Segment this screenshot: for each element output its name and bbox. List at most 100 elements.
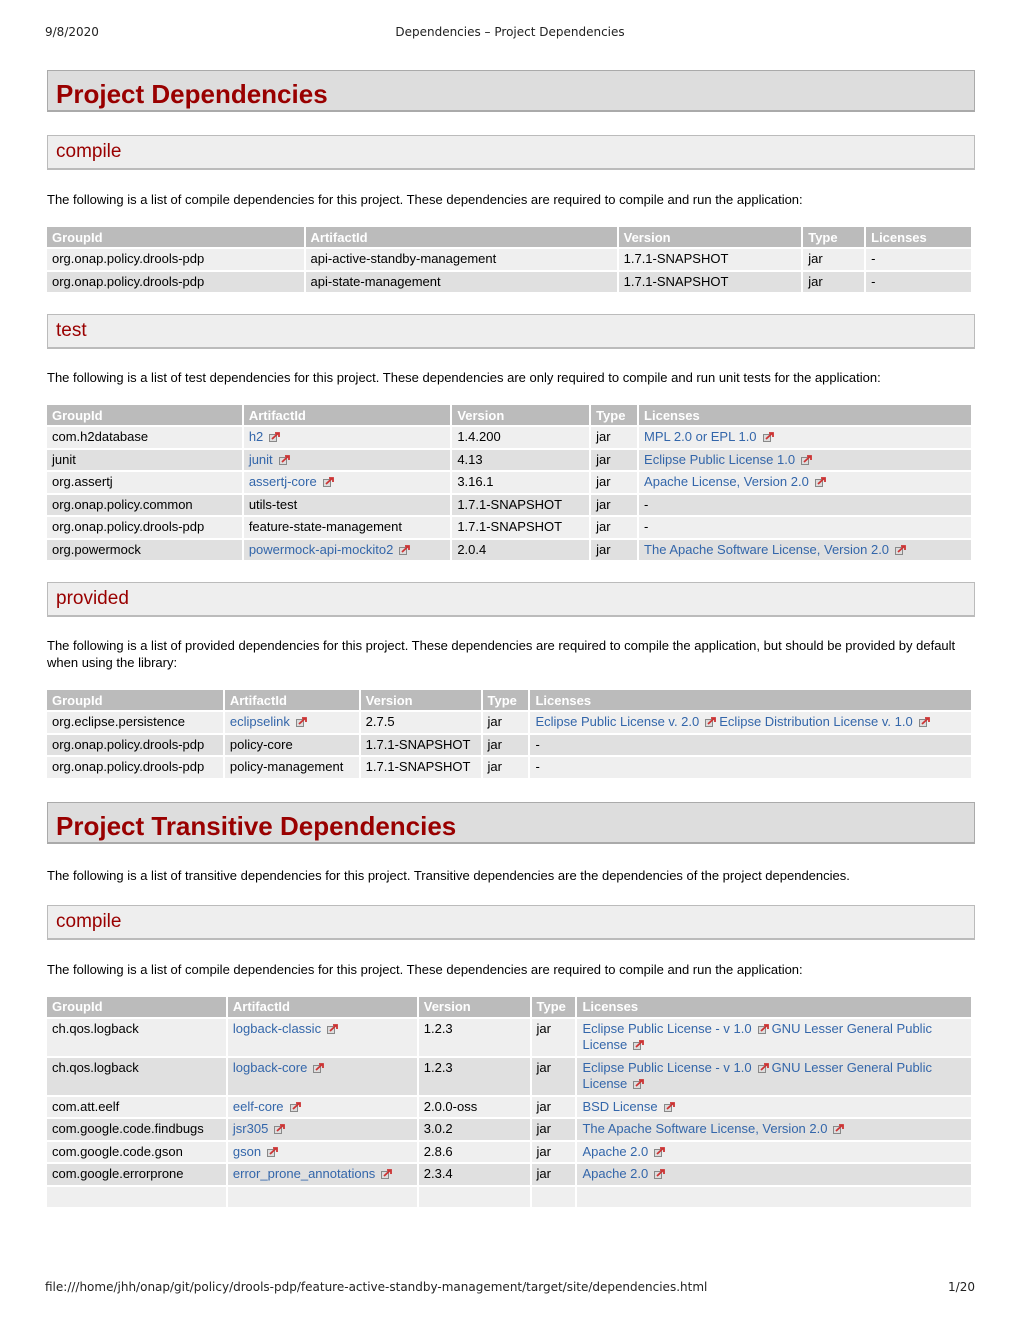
group-id-cell: org.onap.policy.drools-pdp [47, 249, 304, 270]
column-header-licenses[interactable]: Licenses [866, 227, 971, 247]
column-header-version[interactable]: Version [418, 996, 530, 1017]
column-header-licenses[interactable]: Licenses [577, 996, 971, 1017]
artifact-link-text[interactable]: h2 [249, 429, 263, 444]
artifact-id-cell[interactable]: logback-core [227, 1057, 417, 1095]
licenses-cell[interactable]: MPL 2.0 or EPL 1.0 [639, 427, 971, 448]
artifact-link[interactable]: error_prone_annotations [233, 1166, 395, 1181]
license-link[interactable]: MPL 2.0 or EPL 1.0 [644, 429, 777, 444]
artifact-id-cell[interactable]: jsr305 [227, 1119, 417, 1140]
column-header-artifactid[interactable]: ArtifactId [224, 690, 359, 710]
artifact-link-text[interactable]: powermock-api-mockito2 [249, 542, 394, 557]
license-link[interactable]: The Apache Software License, Version 2.0 [644, 542, 909, 557]
artifact-link[interactable]: junit [249, 452, 293, 467]
artifact-id-cell[interactable]: gson [227, 1141, 417, 1162]
licenses-cell[interactable]: Eclipse Public License - v 1.0 GNU Lesser… [577, 1018, 971, 1056]
license-link[interactable]: The Apache Software License, Version 2.0 [582, 1121, 847, 1136]
artifact-link[interactable]: logback-core [233, 1060, 327, 1075]
license-link[interactable]: BSD License [582, 1099, 677, 1114]
column-header-groupid[interactable]: GroupId [47, 996, 226, 1017]
column-header-licenses[interactable]: Licenses [639, 405, 971, 425]
license-link-text[interactable]: Eclipse Public License 1.0 [644, 452, 795, 467]
artifact-id-cell[interactable]: error_prone_annotations [227, 1164, 417, 1185]
artifact-id-cell[interactable]: logback-classic [227, 1018, 417, 1056]
license-link[interactable]: Eclipse Public License 1.0 [644, 452, 815, 467]
license-link-text[interactable]: Apache 2.0 [582, 1166, 648, 1181]
column-header-artifactid[interactable]: ArtifactId [305, 227, 617, 247]
licenses-cell[interactable]: Apache License, Version 2.0 [639, 472, 971, 493]
column-header-licenses[interactable]: Licenses [530, 690, 971, 710]
license-link-text[interactable]: Eclipse Public License v. 2.0 [535, 714, 699, 729]
license-link-text[interactable]: BSD License [582, 1099, 657, 1114]
artifact-link-text[interactable]: logback-classic [233, 1021, 321, 1036]
type-cell: jar [591, 472, 638, 493]
artifact-link-text[interactable]: assertj-core [249, 474, 317, 489]
column-header-type[interactable]: Type [591, 405, 638, 425]
project-dependencies-heading: Project Dependencies [47, 70, 975, 112]
column-header-type[interactable]: Type [531, 996, 576, 1017]
license-link-text[interactable]: Apache 2.0 [582, 1144, 648, 1159]
column-header-version[interactable]: Version [360, 690, 481, 710]
artifact-id-cell[interactable]: h2 [243, 427, 451, 448]
artifact-link-text[interactable]: jsr305 [233, 1121, 268, 1136]
license-link[interactable]: Apache 2.0 [582, 1144, 668, 1159]
license-link-text[interactable]: The Apache Software License, Version 2.0 [644, 542, 889, 557]
artifact-id-cell[interactable]: junit [243, 449, 451, 470]
license-link[interactable]: Apache 2.0 [582, 1166, 668, 1181]
artifact-link[interactable]: jsr305 [233, 1121, 288, 1136]
table-row: junit junit 4.13 jar Eclipse Public License … [47, 449, 971, 470]
license-link[interactable]: Apache License, Version 2.0 [644, 474, 829, 489]
license-link[interactable]: Eclipse Public License - v 1.0 [582, 1060, 771, 1075]
artifact-id-cell[interactable]: eclipselink [224, 712, 359, 733]
column-header-groupid[interactable]: GroupId [47, 227, 304, 247]
licenses-cell[interactable]: The Apache Software License, Version 2.0 [577, 1119, 971, 1140]
external-link-icon [399, 544, 411, 555]
artifact-link-text[interactable]: gson [233, 1144, 261, 1159]
column-header-artifactid[interactable]: ArtifactId [243, 405, 451, 425]
version-cell: 3.0.2 [418, 1119, 530, 1140]
license-link[interactable]: Eclipse Public License - v 1.0 [582, 1021, 771, 1036]
group-id-cell: ch.qos.logback [47, 1057, 226, 1095]
artifact-link-text[interactable]: junit [249, 452, 273, 467]
license-link-text[interactable]: MPL 2.0 or EPL 1.0 [644, 429, 757, 444]
licenses-cell[interactable]: Apache 2.0 [577, 1141, 971, 1162]
artifact-id-cell[interactable]: powermock-api-mockito2 [243, 539, 451, 560]
license-link-text[interactable]: Eclipse Public License - v 1.0 [582, 1060, 751, 1075]
column-header-type[interactable]: Type [482, 690, 529, 710]
artifact-link-text[interactable]: eelf-core [233, 1099, 284, 1114]
external-link-icon [633, 1040, 645, 1050]
artifact-id-cell[interactable]: assertj-core [243, 472, 451, 493]
column-header-version[interactable]: Version [452, 405, 590, 425]
licenses-cell[interactable]: Apache 2.0 [577, 1164, 971, 1185]
license-link[interactable]: Eclipse Public License v. 2.0 [535, 714, 719, 729]
artifact-link[interactable]: eelf-core [233, 1099, 304, 1114]
table-row: org.onap.policy.drools-pdp policy-core 1.7… [47, 734, 971, 755]
type-cell: jar [531, 1141, 576, 1162]
artifact-link[interactable]: powermock-api-mockito2 [249, 542, 414, 557]
license-link-text[interactable]: The Apache Software License, Version 2.0 [582, 1121, 827, 1136]
license-link-text[interactable]: Eclipse Public License - v 1.0 [582, 1021, 751, 1036]
artifact-link-text[interactable]: error_prone_annotations [233, 1166, 375, 1181]
artifact-link-text[interactable]: eclipselink [230, 714, 290, 729]
license-link-text[interactable]: Eclipse Distribution License v. 1.0 [719, 714, 912, 729]
artifact-link[interactable]: gson [233, 1144, 281, 1159]
column-header-groupid[interactable]: GroupId [47, 690, 223, 710]
licenses-cell[interactable]: Eclipse Public License - v 1.0 GNU Lesser… [577, 1057, 971, 1095]
artifact-link[interactable]: eclipselink [230, 714, 310, 729]
licenses-cell[interactable]: Eclipse Public License 1.0 [639, 449, 971, 470]
licenses-cell[interactable]: BSD License [577, 1096, 971, 1117]
version-cell [418, 1186, 530, 1207]
artifact-link-text[interactable]: logback-core [233, 1060, 307, 1075]
column-header-type[interactable]: Type [803, 227, 865, 247]
artifact-link[interactable]: logback-classic [233, 1021, 341, 1036]
license-link-text[interactable]: Apache License, Version 2.0 [644, 474, 809, 489]
artifact-id-cell[interactable]: eelf-core [227, 1096, 417, 1117]
external-link-icon [757, 1062, 769, 1073]
artifact-link[interactable]: assertj-core [249, 474, 337, 489]
column-header-artifactid[interactable]: ArtifactId [227, 996, 417, 1017]
license-link[interactable]: Eclipse Distribution License v. 1.0 [719, 714, 932, 729]
column-header-version[interactable]: Version [618, 227, 802, 247]
artifact-link[interactable]: h2 [249, 429, 283, 444]
column-header-groupid[interactable]: GroupId [47, 405, 242, 425]
licenses-cell[interactable]: Eclipse Public License v. 2.0 Eclipse Dis… [530, 712, 971, 733]
licenses-cell[interactable]: The Apache Software License, Version 2.0 [639, 539, 971, 560]
